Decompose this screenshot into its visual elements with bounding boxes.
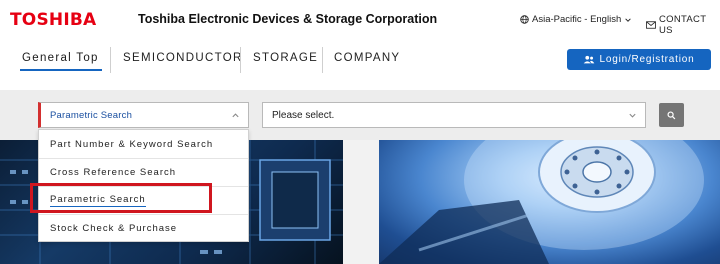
corporation-name: Toshiba Electronic Devices & Storage Cor…: [138, 12, 438, 26]
chevron-down-icon: [624, 16, 632, 24]
globe-icon: [520, 15, 529, 24]
nav-divider: [322, 47, 323, 73]
menu-item-label: Cross Reference Search: [50, 167, 177, 178]
nav-semiconductor[interactable]: SEMICONDUCTOR: [123, 52, 243, 64]
menu-item-stock-check-purchase[interactable]: Stock Check & Purchase: [39, 214, 248, 242]
search-icon: [667, 110, 676, 120]
nav-general-top[interactable]: General Top: [22, 52, 99, 64]
nav-company[interactable]: COMPANY: [334, 52, 400, 64]
category-select[interactable]: Please select.: [262, 102, 646, 128]
login-label: Login/Registration: [599, 54, 695, 65]
toshiba-logo[interactable]: TOSHIBA: [10, 10, 96, 30]
menu-item-cross-reference-search[interactable]: Cross Reference Search: [39, 158, 248, 186]
contact-us-label: CONTACT US: [659, 14, 707, 36]
contact-us-link[interactable]: CONTACT US: [646, 14, 720, 36]
active-nav-underline: [20, 69, 102, 71]
annotation-highlight-box: [30, 183, 212, 213]
search-type-value: Parametric Search: [50, 110, 133, 121]
hero-divider: [343, 140, 379, 264]
chevron-down-icon: [628, 111, 637, 120]
category-select-value: Please select.: [272, 110, 335, 121]
login-registration-button[interactable]: Login/Registration: [567, 49, 711, 70]
language-selector[interactable]: Asia-Pacific - English: [520, 14, 632, 25]
search-button[interactable]: [659, 103, 684, 127]
mail-icon: [646, 21, 656, 29]
language-label: Asia-Pacific - English: [532, 14, 622, 25]
chevron-up-icon: [231, 111, 240, 120]
menu-item-label: Stock Check & Purchase: [50, 223, 178, 234]
menu-item-label: Part Number & Keyword Search: [50, 138, 214, 150]
nav-divider: [110, 47, 111, 73]
search-type-select[interactable]: Parametric Search: [38, 102, 249, 128]
menu-item-part-number-keyword-search[interactable]: Part Number & Keyword Search: [39, 130, 248, 158]
user-group-icon: [583, 55, 595, 64]
nav-storage[interactable]: STORAGE: [253, 52, 318, 64]
storage-hero-image: [379, 140, 720, 264]
nav-divider: [240, 47, 241, 73]
top-bar: TOSHIBA Toshiba Electronic Devices & Sto…: [0, 0, 720, 40]
